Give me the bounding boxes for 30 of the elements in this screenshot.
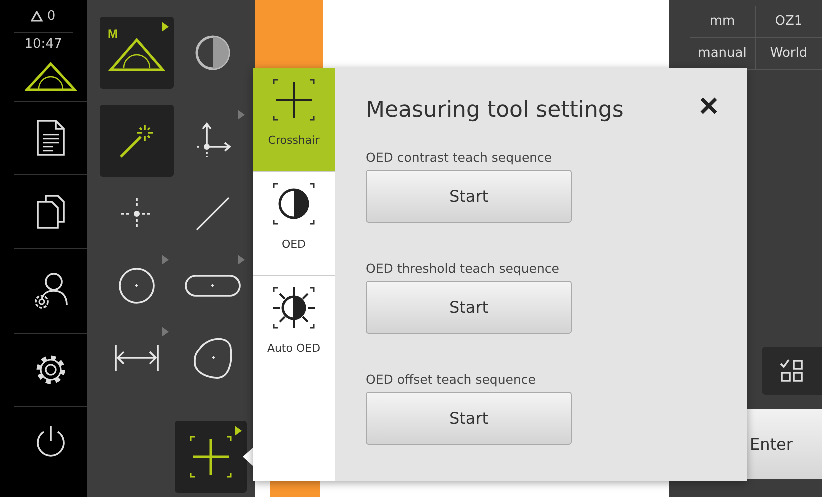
contrast-icon [194,34,232,72]
tool-button[interactable]: M [100,17,174,89]
slot-icon [185,275,241,297]
section-label: OED contrast teach sequence [366,150,554,165]
status-cell[interactable]: World [756,38,822,70]
start-button[interactable]: Start [366,281,572,334]
brightness-icon [270,284,318,332]
section-label: OED threshold teach sequence [366,261,560,276]
circle-icon [117,266,157,306]
warning-count: 0 [47,8,56,24]
start-button[interactable]: Start [366,392,572,445]
popup-title: Measuring tool settings [366,98,624,123]
start-button[interactable]: Start [366,170,572,223]
active-tool-button[interactable] [175,421,247,493]
checklist-button[interactable] [762,347,822,395]
warning-triangle-icon [31,10,44,22]
checklist-icon [780,359,804,383]
image-region [255,0,323,68]
mode-letter: M [108,27,118,41]
tool-button[interactable] [100,105,174,177]
section-label: OED offset teach sequence [366,372,537,387]
image-region [270,481,320,497]
status-cell[interactable]: OZ1 [756,6,822,38]
clock-time: 10:47 [24,36,64,52]
protractor-icon[interactable] [24,62,76,92]
document-icon[interactable] [36,119,66,157]
tool-tab[interactable]: Crosshair [253,68,335,172]
copy-documents-icon[interactable] [36,194,66,230]
status-cell[interactable]: mm [690,6,756,38]
distance-icon [114,343,160,373]
